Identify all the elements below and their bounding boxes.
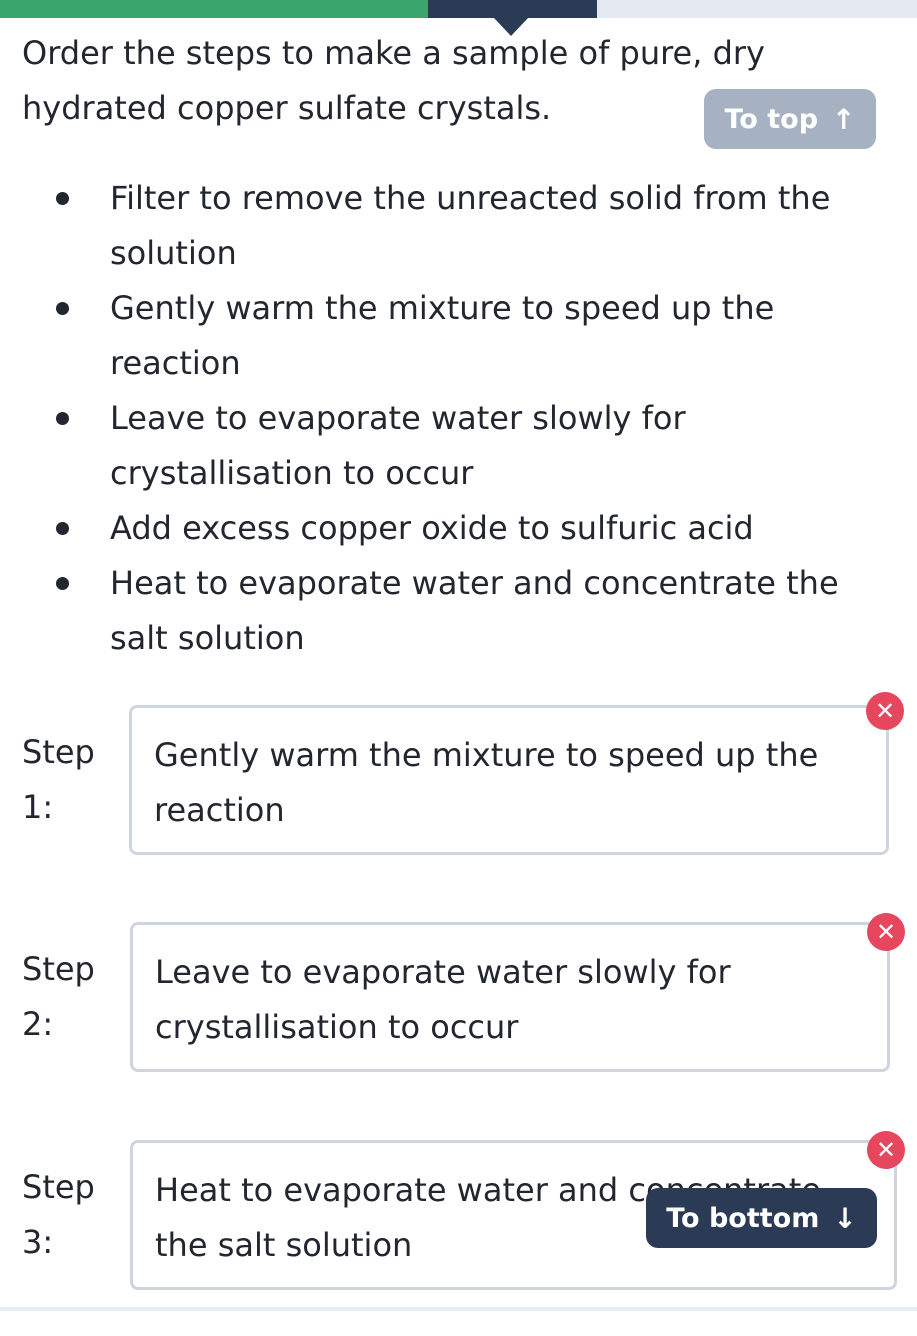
arrow-down-icon: ↓ (833, 1201, 857, 1235)
divider (0, 1307, 917, 1311)
close-icon: ✕ (875, 918, 897, 946)
step-drop-zone[interactable]: Leave to evaporate water slowly for crys… (130, 922, 890, 1072)
progress-segment-remaining (597, 0, 917, 18)
answer-option[interactable]: Filter to remove the unreacted solid fro… (0, 171, 890, 281)
to-bottom-label: To bottom (666, 1202, 820, 1234)
step-answer-text: Leave to evaporate water slowly for crys… (155, 953, 731, 1046)
remove-step-button[interactable]: ✕ (867, 1131, 905, 1169)
to-top-button[interactable]: To top ↑ (704, 89, 876, 149)
bullet-icon (56, 522, 69, 535)
progress-segment-completed (0, 0, 428, 18)
answer-options-list: Filter to remove the unreacted solid fro… (0, 171, 917, 666)
close-icon: ✕ (874, 697, 896, 725)
answer-option-text: Gently warm the mixture to speed up the … (110, 289, 775, 382)
progress-segment-current (428, 0, 597, 18)
to-top-label: To top (724, 103, 819, 135)
close-icon: ✕ (875, 1136, 897, 1164)
bullet-icon (56, 577, 69, 590)
answer-option-text: Add excess copper oxide to sulfuric acid (110, 509, 754, 547)
answer-option-text: Filter to remove the unreacted solid fro… (110, 179, 831, 272)
remove-step-button[interactable]: ✕ (866, 692, 904, 730)
step-label: Step 1: (22, 733, 95, 826)
step-drop-zone[interactable]: Gently warm the mixture to speed up the … (129, 705, 889, 855)
to-bottom-button[interactable]: To bottom ↓ (646, 1188, 877, 1248)
answer-option[interactable]: Add excess copper oxide to sulfuric acid (0, 501, 890, 556)
progress-bar (0, 0, 917, 36)
answer-option[interactable]: Heat to evaporate water and concentrate … (0, 556, 890, 666)
remove-step-button[interactable]: ✕ (867, 913, 905, 951)
bullet-icon (56, 192, 69, 205)
answer-option[interactable]: Gently warm the mixture to speed up the … (0, 281, 890, 391)
answer-option-text: Leave to evaporate water slowly for crys… (110, 399, 686, 492)
answer-option-text: Heat to evaporate water and concentrate … (110, 564, 839, 657)
step-answer-text: Gently warm the mixture to speed up the … (154, 736, 819, 829)
bullet-icon (56, 302, 69, 315)
bullet-icon (56, 412, 69, 425)
step-label: Step 2: (22, 950, 95, 1043)
arrow-up-icon: ↑ (832, 102, 856, 136)
step-label: Step 3: (22, 1168, 95, 1261)
answer-option[interactable]: Leave to evaporate water slowly for crys… (0, 391, 890, 501)
